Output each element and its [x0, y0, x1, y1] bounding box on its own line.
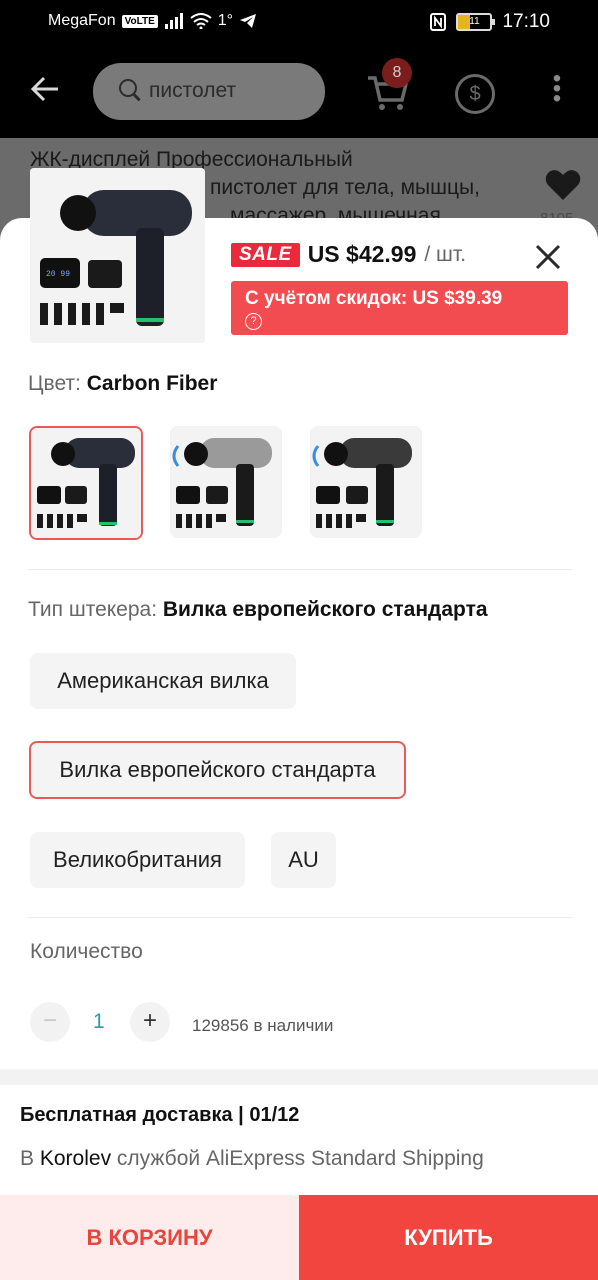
volte-badge: VoLTE — [121, 14, 158, 28]
sale-badge: SALE — [231, 242, 300, 267]
stock-count: 129856 в наличии — [192, 1016, 334, 1035]
back-arrow-icon[interactable] — [30, 74, 60, 110]
search-query: пистолет — [149, 79, 237, 102]
color-label: Цвет: Carbon Fiber — [28, 372, 217, 396]
quantity-plus-button[interactable]: + — [130, 1002, 170, 1042]
divider — [28, 917, 572, 918]
quantity-value[interactable]: 1 — [93, 1010, 105, 1034]
close-icon[interactable] — [534, 243, 562, 271]
svg-text:20 99: 20 99 — [46, 270, 70, 279]
search-icon — [119, 79, 137, 97]
product-thumbnail: 20 99 — [30, 168, 205, 343]
wifi-icon — [190, 13, 212, 29]
plug-label-text: Тип штекера: — [28, 598, 158, 621]
swatch-image — [310, 426, 422, 538]
divider — [28, 569, 572, 570]
more-menu-icon[interactable]: • • • — [551, 67, 563, 111]
price-unit: / шт. — [424, 242, 467, 266]
help-icon[interactable]: ? — [245, 313, 262, 330]
color-label-text: Цвет: — [28, 372, 81, 395]
color-swatch-silver[interactable] — [170, 426, 282, 538]
status-extra: 1° — [217, 12, 234, 29]
clock: 17:10 — [502, 11, 550, 32]
signal-icon — [164, 13, 183, 29]
plug-selected: Вилка европейского стандарта — [162, 598, 488, 621]
status-bar: MegaFon VoLTE 1° 11 17:10 — [0, 0, 598, 44]
shipping-title: Бесплатная доставка | 01/12 — [20, 1104, 300, 1126]
plug-option-uk[interactable]: Великобритания — [30, 832, 245, 888]
quantity-minus-button[interactable]: − — [30, 1002, 70, 1042]
shipping-prefix: В — [20, 1147, 35, 1170]
cart-count-badge: 8 — [382, 58, 412, 88]
app-header: MegaFon VoLTE 1° 11 17:10 пистолет 8 $ •… — [0, 0, 598, 138]
color-swatch-carbon-fiber[interactable] — [29, 426, 143, 540]
battery-icon: 11 — [456, 13, 496, 31]
shipping-description: В Korolev службой AliExpress Standard Sh… — [20, 1147, 484, 1171]
buy-now-button[interactable]: КУПИТЬ — [299, 1195, 598, 1280]
shipping-method: службой AliExpress Standard Shipping — [116, 1147, 484, 1170]
status-right: 11 17:10 — [430, 11, 550, 33]
swatch-image — [31, 428, 141, 538]
discount-banner[interactable]: С учётом скидок: US $39.39 ? — [231, 281, 568, 335]
section-separator — [0, 1069, 598, 1085]
search-box[interactable]: пистолет — [93, 63, 325, 120]
massage-gun-image: 20 99 — [30, 168, 205, 343]
plug-type-label: Тип штекера: Вилка европейского стандарт… — [28, 598, 488, 622]
status-left: MegaFon VoLTE 1° — [48, 12, 257, 30]
price-row: SALE US $42.99 / шт. — [231, 241, 466, 268]
telegram-icon — [240, 14, 257, 28]
coin-cashback-icon[interactable]: $ — [455, 74, 495, 114]
nfc-icon — [430, 13, 447, 31]
color-swatch-black[interactable] — [310, 426, 422, 538]
wishlist-heart-icon — [545, 170, 581, 200]
plug-option-eu[interactable]: Вилка европейского стандарта — [29, 741, 406, 799]
color-selected: Carbon Fiber — [86, 372, 218, 395]
plug-option-us[interactable]: Американская вилка — [30, 653, 296, 709]
battery-level: 11 — [469, 16, 480, 27]
carrier-label: MegaFon — [48, 12, 116, 29]
price: US $42.99 — [307, 241, 417, 267]
discount-price: С учётом скидок: US $39.39 — [245, 288, 503, 309]
shipping-city[interactable]: Korolev — [40, 1147, 111, 1170]
plug-option-au[interactable]: AU — [271, 832, 336, 888]
quantity-label: Количество — [30, 940, 143, 963]
swatch-image — [170, 426, 282, 538]
add-to-cart-button[interactable]: В КОРЗИНУ — [0, 1195, 299, 1280]
